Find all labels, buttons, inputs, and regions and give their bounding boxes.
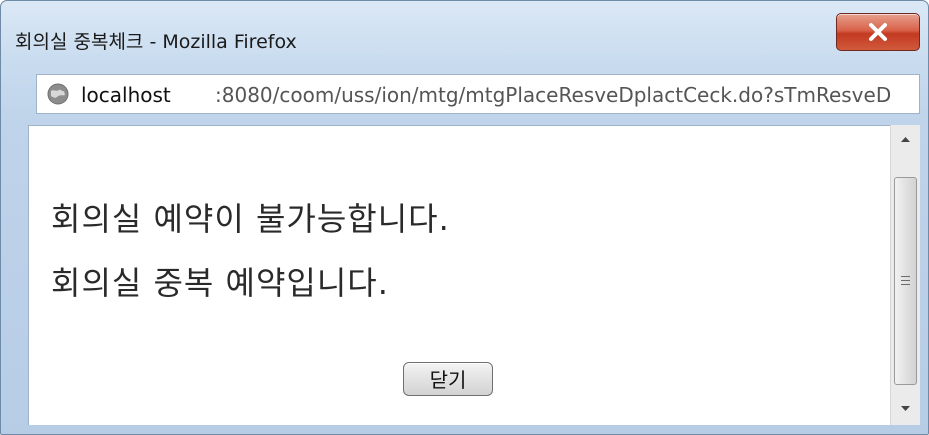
page-content: 회의실 예약이 불가능합니다. 회의실 중복 예약입니다. 닫기 bbox=[28, 125, 890, 425]
vertical-scrollbar[interactable] bbox=[890, 125, 920, 425]
url-path: :8080/coom/uss/ion/mtg/mtgPlaceResveDpla… bbox=[215, 83, 892, 107]
close-button[interactable]: 닫기 bbox=[403, 362, 493, 396]
close-icon bbox=[869, 23, 887, 41]
error-message-unavailable: 회의실 예약이 불가능합니다. bbox=[51, 200, 450, 238]
scrollbar-thumb[interactable] bbox=[894, 177, 917, 385]
browser-window: 회의실 중복체크 - Mozilla Firefox localhost :80… bbox=[0, 0, 929, 435]
globe-icon bbox=[47, 83, 69, 105]
thumb-grip-line bbox=[901, 276, 910, 277]
window-title: 회의실 중복체크 - Mozilla Firefox bbox=[15, 31, 297, 53]
error-message-duplicate: 회의실 중복 예약입니다. bbox=[51, 264, 389, 302]
url-bar[interactable]: localhost :8080/coom/uss/ion/mtg/mtgPlac… bbox=[36, 74, 920, 114]
arrow-down-icon[interactable] bbox=[891, 393, 920, 423]
url-host: localhost bbox=[81, 83, 171, 107]
thumb-grip-line bbox=[901, 284, 910, 285]
thumb-grip-line bbox=[901, 280, 910, 281]
title-bar[interactable]: 회의실 중복체크 - Mozilla Firefox bbox=[1, 1, 928, 63]
window-close-button[interactable] bbox=[836, 13, 920, 51]
arrow-up-icon[interactable] bbox=[891, 125, 920, 155]
